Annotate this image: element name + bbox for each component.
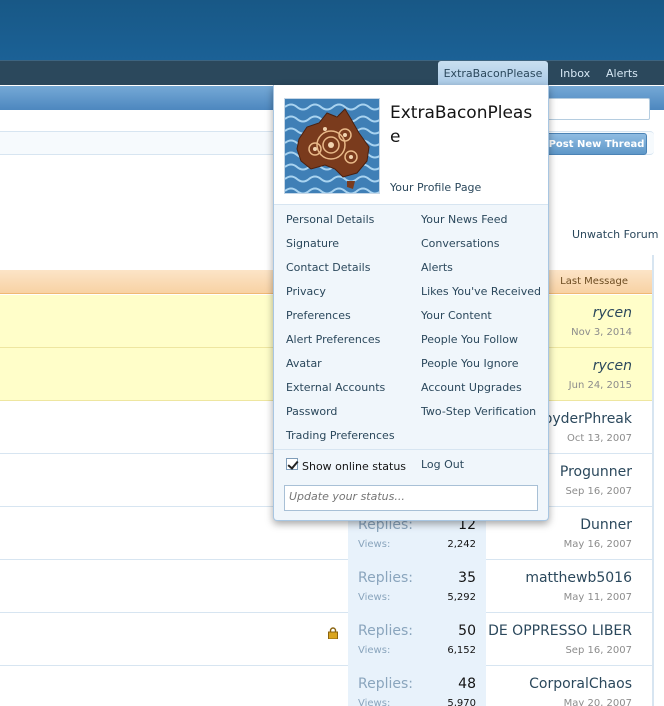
menu-item-contact-details[interactable]: Contact Details — [286, 261, 370, 274]
thread-row[interactable]: Replies: 50 Views: 6,152 DE OPPRESSO LIBER Se… — [0, 613, 652, 666]
views-label: Views: — [358, 539, 391, 550]
menu-item-preferences[interactable]: Preferences — [286, 309, 351, 322]
last-post-date[interactable]: May 20, 2007 — [564, 698, 632, 706]
menu-item-your-content[interactable]: Your Content — [421, 309, 492, 322]
last-poster-link[interactable]: rycen — [593, 358, 632, 374]
profile-page-link[interactable]: Your Profile Page — [390, 181, 481, 194]
last-poster-link[interactable]: ppyderPhreak — [535, 411, 632, 427]
last-poster-link[interactable]: DE OPPRESSO LIBER — [488, 623, 632, 639]
menu-item-alert-preferences[interactable]: Alert Preferences — [286, 333, 380, 346]
thread-row[interactable]: Replies: 48 Views: 5,970 CorporalChaos May 20… — [0, 666, 652, 706]
menu-item-people-you-follow[interactable]: People You Follow — [421, 333, 518, 346]
log-out-link[interactable]: Log Out — [421, 458, 464, 471]
menu-item-people-you-ignore[interactable]: People You Ignore — [421, 357, 518, 370]
unwatch-forum-link[interactable]: Unwatch Forum — [572, 228, 658, 241]
site-header — [0, 0, 664, 60]
menu-item-privacy[interactable]: Privacy — [286, 285, 326, 298]
replies-label: Replies: — [358, 570, 414, 586]
nav-tab-inbox[interactable]: Inbox — [560, 61, 590, 86]
menu-item-external-accounts[interactable]: External Accounts — [286, 381, 385, 394]
menu-item-signature[interactable]: Signature — [286, 237, 339, 250]
popup-profile-header: ExtraBaconPlease Your Profile Page — [274, 85, 548, 205]
views-count: 2,242 — [447, 539, 476, 550]
nav-tab-alerts[interactable]: Alerts — [606, 61, 638, 86]
search-input[interactable] — [540, 98, 650, 120]
views-count: 5,292 — [447, 592, 476, 603]
last-poster-link[interactable]: Dunner — [580, 517, 632, 533]
menu-item-password[interactable]: Password — [286, 405, 337, 418]
views-label: Views: — [358, 645, 391, 656]
last-poster-link[interactable]: Progunner — [560, 464, 632, 480]
menu-item-conversations[interactable]: Conversations — [421, 237, 499, 250]
list-border — [652, 255, 654, 706]
views-label: Views: — [358, 698, 391, 706]
thread-stats: Replies: 48 Views: 5,970 — [348, 666, 486, 706]
show-online-status-label: Show online status — [302, 460, 407, 473]
menu-item-trading-preferences[interactable]: Trading Preferences — [286, 429, 395, 442]
last-post-date[interactable]: May 16, 2007 — [564, 539, 632, 550]
nav-bar: ExtraBaconPlease Inbox Alerts — [0, 60, 664, 86]
thread-stats: Replies: 50 Views: 6,152 — [348, 613, 486, 666]
nav-tab-user[interactable]: ExtraBaconPlease — [438, 61, 548, 86]
thread-row[interactable]: Replies: 35 Views: 5,292 matthewb5016 May 11,… — [0, 560, 652, 613]
menu-item-avatar[interactable]: Avatar — [286, 357, 322, 370]
thread-stats: Replies: 35 Views: 5,292 — [348, 560, 486, 613]
replies-label: Replies: — [358, 623, 414, 639]
views-label: Views: — [358, 592, 391, 603]
last-post-date[interactable]: Sep 16, 2007 — [565, 486, 632, 497]
status-update-input[interactable] — [284, 485, 538, 511]
replies-count: 35 — [458, 570, 476, 586]
menu-item-alerts[interactable]: Alerts — [421, 261, 453, 274]
menu-item-two-step-verification[interactable]: Two-Step Verification — [421, 405, 536, 418]
popup-divider — [274, 449, 548, 450]
replies-count: 50 — [458, 623, 476, 639]
account-popup: ExtraBaconPlease Your Profile Page Perso… — [273, 85, 549, 521]
lock-icon — [328, 627, 338, 639]
popup-username[interactable]: ExtraBaconPlease — [390, 101, 542, 149]
menu-item-personal-details[interactable]: Personal Details — [286, 213, 374, 226]
last-post-date[interactable]: Oct 13, 2007 — [567, 433, 632, 444]
post-new-thread-button[interactable]: Post New Thread — [546, 133, 647, 155]
last-poster-link[interactable]: matthewb5016 — [525, 570, 632, 586]
replies-count: 48 — [458, 676, 476, 692]
menu-item-your-news-feed[interactable]: Your News Feed — [421, 213, 507, 226]
last-post-date[interactable]: Nov 3, 2014 — [571, 327, 632, 338]
menu-item-account-upgrades[interactable]: Account Upgrades — [421, 381, 522, 394]
avatar[interactable] — [284, 98, 380, 194]
views-count: 5,970 — [447, 698, 476, 706]
last-post-date[interactable]: May 11, 2007 — [564, 592, 632, 603]
last-post-date[interactable]: Jun 24, 2015 — [569, 380, 632, 391]
menu-item-likes-you-ve-received[interactable]: Likes You've Received — [421, 285, 541, 298]
last-message-column-header[interactable]: Last Message — [560, 276, 628, 287]
last-poster-link[interactable]: CorporalChaos — [529, 676, 632, 692]
last-post-date[interactable]: Sep 16, 2007 — [565, 645, 632, 656]
show-online-status-checkbox[interactable] — [286, 458, 298, 470]
views-count: 6,152 — [447, 645, 476, 656]
replies-label: Replies: — [358, 676, 414, 692]
last-poster-link[interactable]: rycen — [593, 305, 632, 321]
